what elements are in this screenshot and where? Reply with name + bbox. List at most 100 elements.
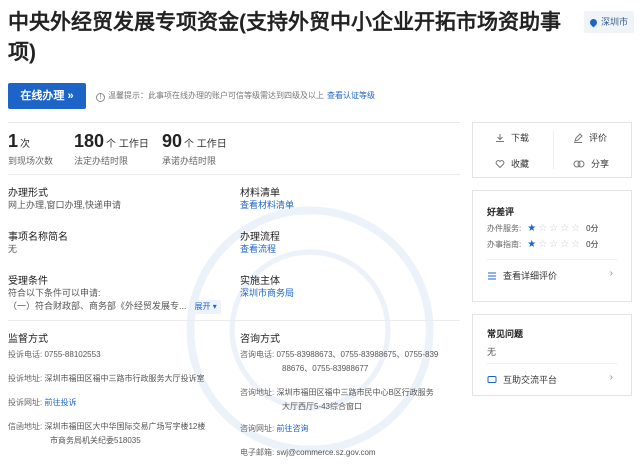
field-label-subject: 实施主体 bbox=[240, 276, 280, 287]
share-icon bbox=[573, 160, 585, 167]
stat-label: 承诺办结时限 bbox=[162, 156, 217, 166]
rating-title: 好差评 bbox=[487, 207, 515, 217]
kv-key: 电子邮箱: bbox=[240, 448, 275, 457]
download-button[interactable]: 下载 bbox=[495, 131, 529, 144]
view-materials-link[interactable]: 查看材料清单 bbox=[240, 200, 294, 210]
kv-value: 0755-88102553 bbox=[44, 350, 101, 359]
stat-num: 90 bbox=[162, 131, 183, 151]
letter-address: 信函地址: 深圳市福田区大中华国际交易广场写字楼12楼 市商务局机关纪委5180… bbox=[8, 420, 230, 448]
star-filled-icon: ★ bbox=[527, 223, 539, 234]
faq-value: 无 bbox=[487, 347, 497, 357]
divider bbox=[8, 320, 460, 321]
star-rating: ★☆☆☆☆ bbox=[527, 239, 582, 250]
stat-unit: 个 工作日 bbox=[184, 139, 227, 150]
kv-key: 咨询地址: bbox=[240, 388, 275, 397]
info-icon: ! bbox=[96, 93, 105, 102]
rating-label: 办事指南: bbox=[487, 240, 522, 249]
star-empty-icon: ☆☆☆☆ bbox=[538, 223, 583, 234]
consult-phone: 咨询电话: 0755-83988673、0755-83988675、0755-8… bbox=[240, 348, 462, 376]
kv-value: 深圳市福田区福中三路市行政服务大厅投诉室 bbox=[44, 374, 205, 383]
divider bbox=[487, 363, 617, 364]
complaint-address: 投诉地址: 深圳市福田区福中三路市行政服务大厅投诉室 bbox=[8, 372, 230, 386]
rating-row-service: 办件服务: ★☆☆☆☆ 0分 bbox=[487, 223, 599, 234]
supervision-label: 监督方式 bbox=[8, 334, 48, 345]
location-pin-icon bbox=[588, 17, 599, 28]
field-label-materials: 材料清单 bbox=[240, 188, 280, 199]
field-value-alias: 无 bbox=[8, 244, 18, 254]
field-label-conditions: 受理条件 bbox=[8, 276, 48, 287]
conditions-text: （一）符合财政部、商务部《外经贸发展专... bbox=[8, 301, 187, 311]
kv-key: 投诉地址: bbox=[8, 374, 43, 383]
expand-button[interactable]: 展开 ▾ bbox=[190, 300, 221, 314]
rating-score: 0分 bbox=[586, 240, 599, 249]
field-value-handling-form: 网上办理,窗口办理,快递申请 bbox=[8, 200, 122, 210]
heart-icon bbox=[495, 159, 505, 168]
stat-promised-limit: 90 个 工作日 承诺办结时限 bbox=[162, 131, 227, 167]
apply-online-button[interactable]: 在线办理 » bbox=[8, 83, 86, 109]
rating-row-guide: 办事指南: ★☆☆☆☆ 0分 bbox=[487, 239, 599, 250]
complaint-phone: 投诉电话: 0755-88102553 bbox=[8, 348, 230, 362]
stat-visits: 1次 到现场次数 bbox=[8, 131, 53, 167]
evaluate-button[interactable]: 评价 bbox=[573, 131, 607, 144]
field-value-conditions-line1: 符合以下条件可以申请: bbox=[8, 288, 101, 298]
kv-value: 大厅西厅5-43综合窗口 bbox=[282, 402, 363, 411]
notice: ! 温馨提示：此事项在线办理的账户可信等级需达到四级及以上 查看认证等级 bbox=[96, 90, 375, 102]
chevron-right-icon: › bbox=[609, 268, 613, 279]
rating-card: 好差评 办件服务: ★☆☆☆☆ 0分 办事指南: ★☆☆☆☆ 0分 查看详细评价… bbox=[472, 190, 632, 302]
chat-icon bbox=[487, 375, 497, 383]
star-empty-icon: ☆☆☆☆ bbox=[538, 239, 583, 250]
faq-card: 常见问题 无 互助交流平台 › bbox=[472, 314, 632, 396]
platform-label: 互助交流平台 bbox=[503, 375, 558, 385]
exchange-platform-link[interactable]: 互助交流平台 bbox=[487, 373, 557, 386]
divider bbox=[8, 122, 460, 123]
field-label-process: 办理流程 bbox=[240, 232, 280, 243]
list-icon bbox=[488, 272, 496, 279]
pen-icon bbox=[574, 132, 583, 143]
star-filled-icon: ★ bbox=[527, 239, 539, 250]
notice-text: 温馨提示：此事项在线办理的账户可信等级需达到四级及以上 bbox=[108, 91, 324, 100]
stat-num: 180 bbox=[74, 131, 105, 151]
stat-unit: 次 bbox=[20, 139, 31, 150]
kv-key: 信函地址: bbox=[8, 422, 43, 431]
stat-legal-limit: 180 个 工作日 法定办结时限 bbox=[74, 131, 149, 167]
go-consult-link[interactable]: 前往咨询 bbox=[276, 424, 308, 433]
kv-value: 0755-83988673、0755-83988675、0755-839 bbox=[276, 350, 439, 359]
favorite-label: 收藏 bbox=[511, 159, 530, 169]
evaluate-label: 评价 bbox=[589, 133, 608, 143]
stat-num: 1 bbox=[8, 131, 19, 151]
faq-title: 常见问题 bbox=[487, 329, 524, 339]
divider bbox=[553, 131, 554, 169]
field-value-conditions-line2: （一）符合财政部、商务部《外经贸发展专... 展开 ▾ bbox=[8, 299, 221, 314]
download-icon bbox=[496, 133, 504, 142]
favorite-button[interactable]: 收藏 bbox=[495, 157, 529, 170]
city-tag[interactable]: 深圳市 bbox=[584, 11, 635, 33]
field-label-handling-form: 办理形式 bbox=[8, 188, 48, 199]
city-label: 深圳市 bbox=[601, 17, 629, 27]
stat-label: 到现场次数 bbox=[8, 156, 54, 166]
subject-link[interactable]: 深圳市商务局 bbox=[240, 288, 294, 298]
view-cert-level-link[interactable]: 查看认证等级 bbox=[327, 91, 375, 100]
kv-value: 88676、0755-83988677 bbox=[282, 364, 369, 373]
kv-key: 咨询网址: bbox=[240, 424, 275, 433]
stat-unit: 个 工作日 bbox=[106, 139, 149, 150]
rating-score: 0分 bbox=[586, 224, 599, 233]
stat-label: 法定办结时限 bbox=[74, 156, 129, 166]
go-complaint-link[interactable]: 前往投诉 bbox=[44, 398, 76, 407]
view-rating-detail-link[interactable]: 查看详细评价 bbox=[487, 269, 557, 282]
consult-web: 咨询网址: 前往咨询 bbox=[240, 422, 462, 436]
complaint-web: 投诉网址: 前往投诉 bbox=[8, 396, 230, 410]
kv-value: 深圳市福田区福中三路市民中心B区行政服务 bbox=[276, 388, 434, 397]
consult-label: 咨询方式 bbox=[240, 334, 280, 345]
kv-value: 深圳市福田区大中华国际交易广场写字楼12楼 bbox=[44, 422, 206, 431]
download-label: 下载 bbox=[511, 133, 530, 143]
kv-key: 投诉网址: bbox=[8, 398, 43, 407]
kv-key: 投诉电话: bbox=[8, 350, 43, 359]
share-label: 分享 bbox=[591, 159, 610, 169]
field-label-alias: 事项名称简名 bbox=[8, 232, 68, 243]
rating-label: 办件服务: bbox=[487, 224, 522, 233]
kv-key: 咨询电话: bbox=[240, 350, 275, 359]
view-process-link[interactable]: 查看流程 bbox=[240, 244, 276, 254]
share-button[interactable]: 分享 bbox=[573, 157, 609, 170]
page-title: 中央外经贸发展专项资金(支持外贸中小企业开拓市场资助事项) bbox=[8, 11, 561, 64]
star-rating: ★☆☆☆☆ bbox=[527, 223, 582, 234]
